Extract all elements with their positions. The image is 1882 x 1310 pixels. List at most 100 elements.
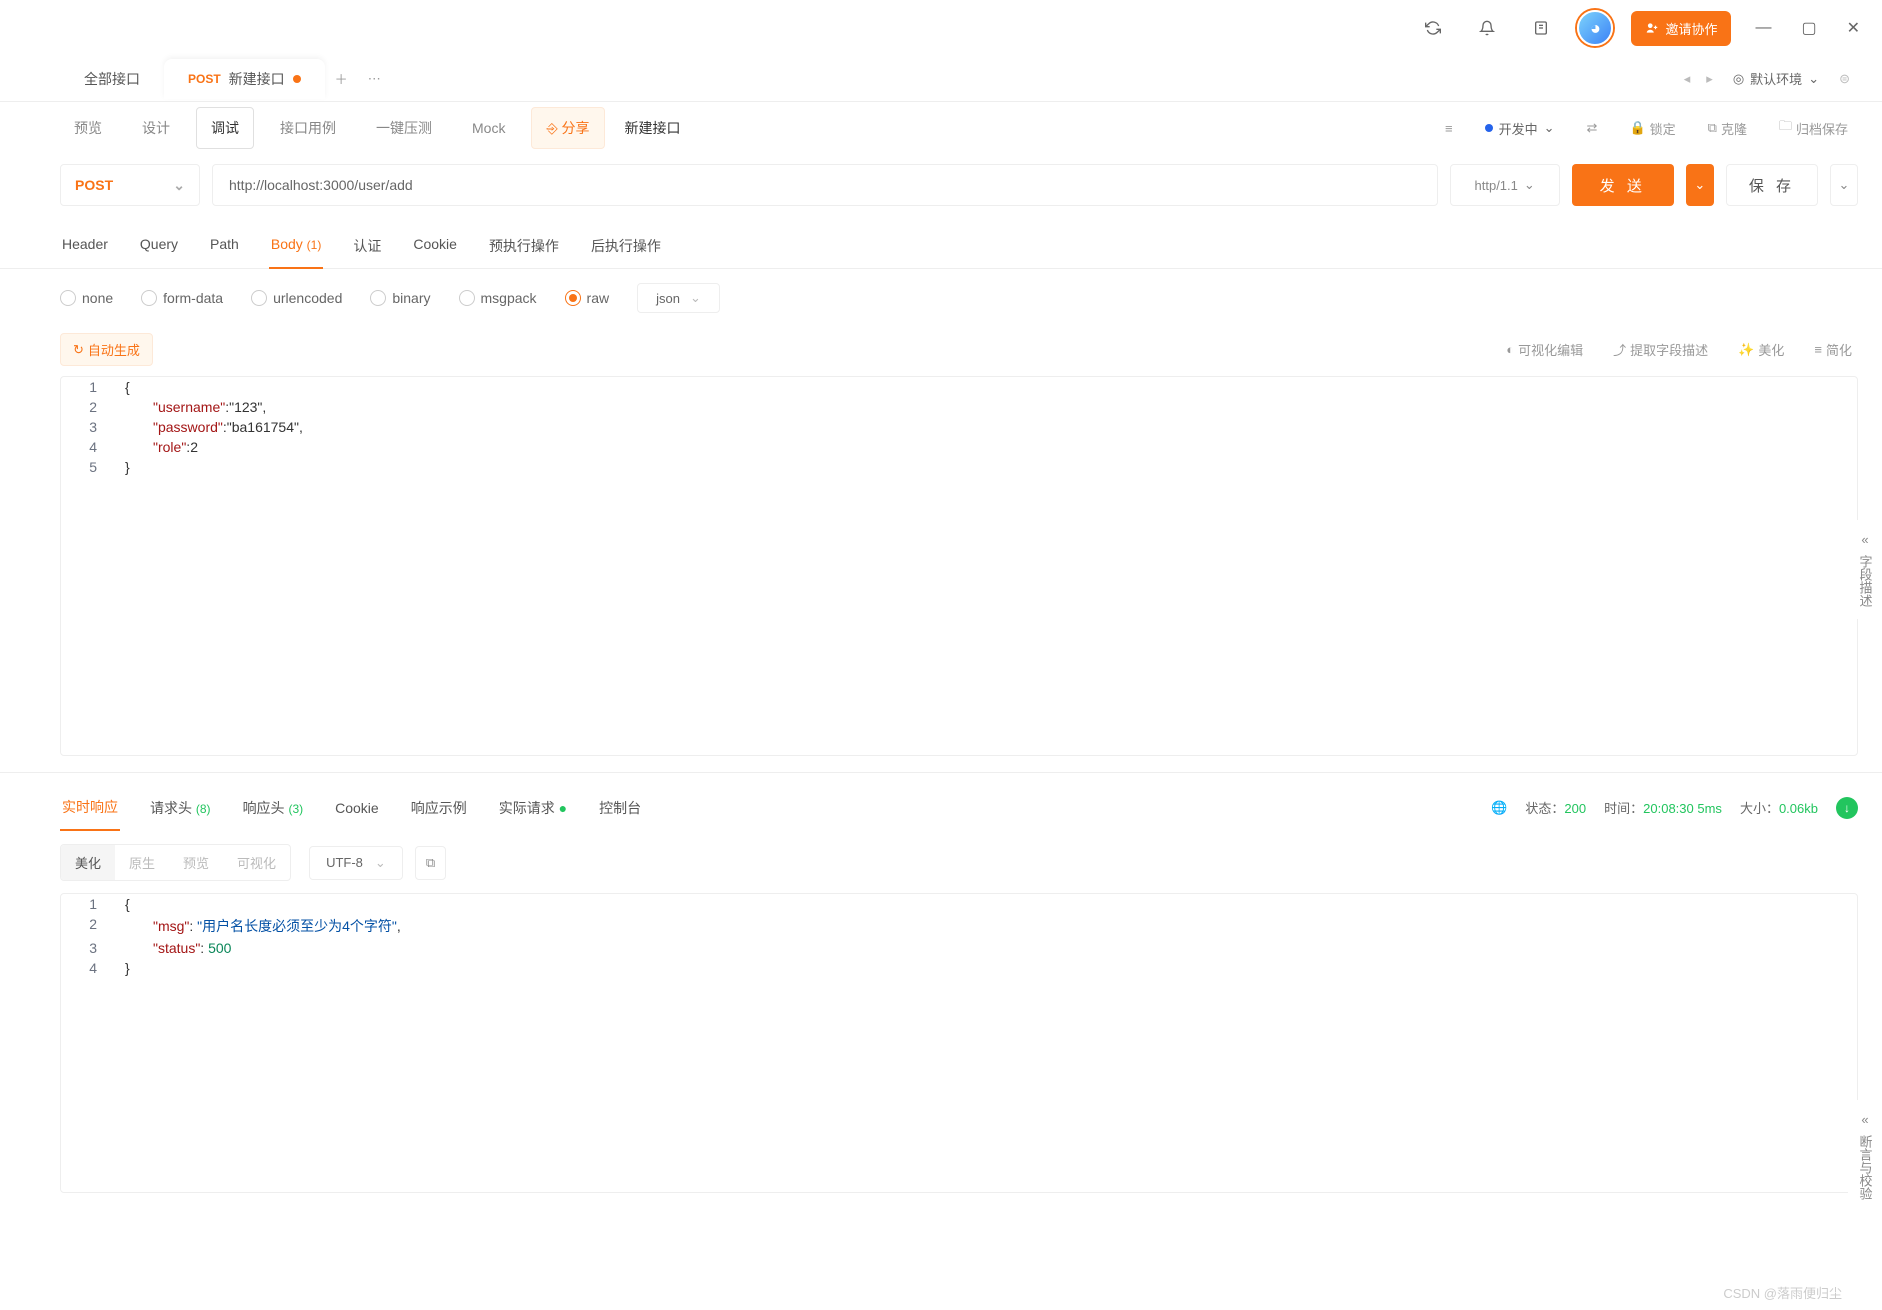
branch-icon[interactable]: ⇄ xyxy=(1577,120,1608,136)
method-label: POST xyxy=(75,177,113,193)
assert-rail[interactable]: « 断言与校验 xyxy=(1848,1100,1882,1212)
radio-formdata[interactable]: form-data xyxy=(141,290,223,306)
env-settings-icon[interactable]: ⊜ xyxy=(1831,71,1858,87)
chevron-down-icon: ⌄ xyxy=(173,177,185,194)
subtab-share[interactable]: ⎆ 分享 xyxy=(531,107,604,149)
field-desc-rail[interactable]: « 字段描述 xyxy=(1848,520,1882,619)
request-body-editor[interactable]: 1{2"username":"123",3"password":"ba16175… xyxy=(60,376,1858,756)
refresh-icon[interactable] xyxy=(1415,10,1451,46)
resptab-example[interactable]: 响应示例 xyxy=(409,786,469,830)
tab-active-api[interactable]: POST 新建接口 xyxy=(164,59,325,99)
radio-urlencoded[interactable]: urlencoded xyxy=(251,290,342,306)
sectab-auth[interactable]: 认证 xyxy=(351,224,383,268)
resptab-console[interactable]: 控制台 xyxy=(597,786,643,830)
response-tabs: 实时响应 请求头 (8) 响应头 (3) Cookie 响应示例 实际请求 ● … xyxy=(0,772,1882,830)
sectab-pre[interactable]: 预执行操作 xyxy=(487,224,561,268)
view-preview[interactable]: 预览 xyxy=(169,845,223,880)
sectab-query[interactable]: Query xyxy=(138,224,180,268)
sub-tabs: 预览 设计 调试 接口用例 一键压测 Mock ⎆ 分享 新建接口 ≡ 开发中 … xyxy=(0,102,1882,154)
api-name: 新建接口 xyxy=(617,118,681,138)
save-button[interactable]: 保 存 xyxy=(1726,164,1818,206)
maximize-icon[interactable]: ▢ xyxy=(1795,14,1822,42)
response-body-editor[interactable]: 1{2"msg": "用户名长度必须至少为4个字符",3"status": 50… xyxy=(60,893,1858,1193)
sectab-header[interactable]: Header xyxy=(60,224,110,268)
response-controls: 美化 原生 预览 可视化 UTF-8 ⌄ ⧉ xyxy=(0,830,1882,889)
format-select[interactable]: json ⌄ xyxy=(637,283,720,313)
radio-msgpack[interactable]: msgpack xyxy=(459,290,537,306)
nav-next-icon[interactable]: ▸ xyxy=(1698,71,1721,87)
request-row: POST ⌄ http://localhost:3000/user/add ht… xyxy=(0,154,1882,216)
response-meta: 🌐 状态：200 时间：20:08:30 5ms 大小：0.06kb ↓ xyxy=(1491,797,1858,819)
resptab-resp-headers[interactable]: 响应头 (3) xyxy=(241,786,306,830)
titlebar: ◕ 邀请协作 — ▢ ✕ xyxy=(0,0,1882,56)
invite-button[interactable]: 邀请协作 xyxy=(1631,11,1731,46)
chevron-down-icon: ⌄ xyxy=(375,855,386,871)
sectab-post[interactable]: 后执行操作 xyxy=(589,224,663,268)
close-icon[interactable]: ✕ xyxy=(1841,14,1866,42)
auto-generate-button[interactable]: ↻ 自动生成 xyxy=(60,333,153,366)
method-select[interactable]: POST ⌄ xyxy=(60,164,200,206)
note-icon[interactable] xyxy=(1523,10,1559,46)
subtab-benchmark[interactable]: 一键压测 xyxy=(362,108,446,148)
invite-label: 邀请协作 xyxy=(1665,19,1717,38)
radio-none[interactable]: none xyxy=(60,290,113,306)
send-dropdown[interactable]: ⌄ xyxy=(1686,164,1714,206)
subtab-case[interactable]: 接口用例 xyxy=(266,108,350,148)
view-mode-segment: 美化 原生 预览 可视化 xyxy=(60,844,291,881)
wrap-toggle-icon[interactable]: ≡ xyxy=(1435,121,1463,136)
download-icon[interactable]: ↓ xyxy=(1836,797,1858,819)
status-select[interactable]: 开发中 ⌄ xyxy=(1475,119,1565,138)
protocol-label: http/1.1 xyxy=(1475,178,1518,193)
save-dropdown[interactable]: ⌄ xyxy=(1830,164,1858,206)
body-type-radios: none form-data urlencoded binary msgpack… xyxy=(0,269,1882,327)
environment-select[interactable]: ◎ 默认环境 ⌄ xyxy=(1721,69,1831,88)
send-button[interactable]: 发 送 xyxy=(1572,164,1674,206)
protocol-select[interactable]: http/1.1 ⌄ xyxy=(1450,164,1560,206)
subtab-debug[interactable]: 调试 xyxy=(196,107,254,149)
copy-icon[interactable]: ⧉ xyxy=(415,846,446,880)
clone-button[interactable]: ⧉ 克隆 xyxy=(1698,119,1757,138)
subtab-preview[interactable]: 预览 xyxy=(60,108,116,148)
document-tabs: 全部接口 POST 新建接口 ＋ ⋯ ◂ ▸ ◎ 默认环境 ⌄ ⊜ xyxy=(0,56,1882,102)
tab-title: 新建接口 xyxy=(229,69,285,89)
sectab-body[interactable]: Body (1) xyxy=(269,224,323,269)
minify-button[interactable]: ≡ 简化 xyxy=(1808,340,1858,359)
chevron-down-icon: ⌄ xyxy=(690,290,701,306)
visual-edit-button[interactable]: ◐ 可视化编辑 xyxy=(1500,340,1589,359)
subtab-mock[interactable]: Mock xyxy=(458,110,519,146)
view-pretty[interactable]: 美化 xyxy=(61,845,115,880)
sectab-path[interactable]: Path xyxy=(208,224,241,268)
beautify-button[interactable]: ✨ 美化 xyxy=(1732,340,1790,359)
chevron-down-icon: ⌄ xyxy=(1544,120,1555,136)
more-tabs-icon[interactable]: ⋯ xyxy=(358,67,391,91)
lock-button[interactable]: 🔒 锁定 xyxy=(1619,119,1685,138)
view-visual[interactable]: 可视化 xyxy=(223,845,290,880)
sectab-cookie[interactable]: Cookie xyxy=(411,224,459,268)
environment-label: 默认环境 xyxy=(1750,69,1802,88)
method-badge: POST xyxy=(188,72,221,86)
share-icon: ⎆ xyxy=(546,120,561,136)
chevron-down-icon: ⌄ xyxy=(1524,177,1535,193)
encoding-select[interactable]: UTF-8 ⌄ xyxy=(309,846,403,880)
archive-button[interactable]: 🗀 归档保存 xyxy=(1769,117,1858,139)
resptab-req-headers[interactable]: 请求头 (8) xyxy=(148,786,213,830)
resptab-actual[interactable]: 实际请求 ● xyxy=(497,786,569,830)
resptab-cookie[interactable]: Cookie xyxy=(333,788,381,828)
avatar[interactable]: ◕ xyxy=(1577,10,1613,46)
add-tab-icon[interactable]: ＋ xyxy=(325,65,358,92)
extract-button[interactable]: ⤴ 提取字段描述 xyxy=(1607,340,1714,359)
minimize-icon[interactable]: — xyxy=(1749,15,1777,41)
view-raw[interactable]: 原生 xyxy=(115,845,169,880)
dirty-dot-icon xyxy=(293,75,301,83)
watermark: CSDN @落雨便归尘 xyxy=(1723,1283,1842,1302)
subtab-design[interactable]: 设计 xyxy=(128,108,184,148)
url-input[interactable]: http://localhost:3000/user/add xyxy=(212,164,1438,206)
radio-raw[interactable]: raw xyxy=(565,290,610,306)
nav-prev-icon[interactable]: ◂ xyxy=(1676,71,1699,87)
target-icon: ◎ xyxy=(1733,71,1744,87)
bell-icon[interactable] xyxy=(1469,10,1505,46)
resptab-live[interactable]: 实时响应 xyxy=(60,785,120,831)
globe-icon[interactable]: 🌐 xyxy=(1491,800,1507,816)
radio-binary[interactable]: binary xyxy=(370,290,430,306)
tab-all-apis[interactable]: 全部接口 xyxy=(60,59,164,99)
